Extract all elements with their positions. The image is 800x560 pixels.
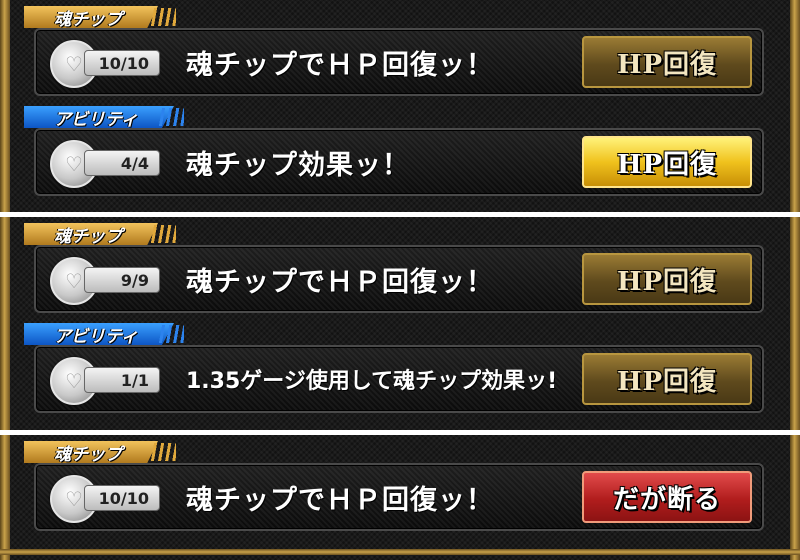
row-label: 魂チップ [24,441,158,463]
row-message: 魂チップでＨＰ回復ッ！ [186,266,494,298]
frame-bottom [0,549,800,555]
chip-count: 1/1 [84,367,160,393]
row-bar: ♡ 10/10 魂チップでＨＰ回復ッ！ HP回復 [34,28,764,96]
soul-chip-row: 魂チップ ♡ 9/9 魂チップでＨＰ回復ッ！ HP回復 [0,223,800,323]
row-bar: ♡ 1/1 1.35ゲージ使用して魂チップ効果ッ! HP回復 [34,345,764,413]
row-bar: ♡ 4/4 魂チップ効果ッ！ HP回復 [34,128,764,196]
chip-count: 4/4 [84,150,160,176]
screen-1: 魂チップ ♡ 10/10 魂チップでＨＰ回復ッ！ HP回復 アビリティ ♡ 4/… [0,0,800,212]
hp-recover-button[interactable]: HP回復 [582,136,752,188]
soul-chip-row: 魂チップ ♡ 10/10 魂チップでＨＰ回復ッ！ だが断る [0,441,800,541]
hp-recover-button[interactable]: HP回復 [582,353,752,405]
screen-3: 魂チップ ♡ 10/10 魂チップでＨＰ回復ッ！ だが断る [0,435,800,560]
ability-row: アビリティ ♡ 4/4 魂チップ効果ッ！ HP回復 [0,106,800,206]
ability-row: アビリティ ♡ 1/1 1.35ゲージ使用して魂チップ効果ッ! HP回復 [0,323,800,423]
row-label: アビリティ [24,323,174,345]
soul-chip-row: 魂チップ ♡ 10/10 魂チップでＨＰ回復ッ！ HP回復 [0,6,800,106]
row-label: 魂チップ [24,6,158,28]
refuse-button[interactable]: だが断る [582,471,752,523]
screen-2: 魂チップ ♡ 9/9 魂チップでＨＰ回復ッ！ HP回復 アビリティ ♡ 1/1 … [0,217,800,430]
row-message: 魂チップ効果ッ！ [186,149,410,181]
row-bar: ♡ 10/10 魂チップでＨＰ回復ッ！ だが断る [34,463,764,531]
label-stripes [150,225,176,243]
chip-count: 10/10 [84,485,160,511]
row-message: 1.35ゲージ使用して魂チップ効果ッ! [186,369,558,394]
hp-recover-button[interactable]: HP回復 [582,36,752,88]
row-label: アビリティ [24,106,174,128]
label-stripes [150,443,176,461]
label-stripes [150,8,176,26]
chip-count: 10/10 [84,50,160,76]
label-stripes [158,325,184,343]
row-message: 魂チップでＨＰ回復ッ！ [186,484,494,516]
chip-count: 9/9 [84,267,160,293]
row-label: 魂チップ [24,223,158,245]
row-message: 魂チップでＨＰ回復ッ！ [186,49,494,81]
label-stripes [158,108,184,126]
hp-recover-button[interactable]: HP回復 [582,253,752,305]
row-bar: ♡ 9/9 魂チップでＨＰ回復ッ！ HP回復 [34,245,764,313]
